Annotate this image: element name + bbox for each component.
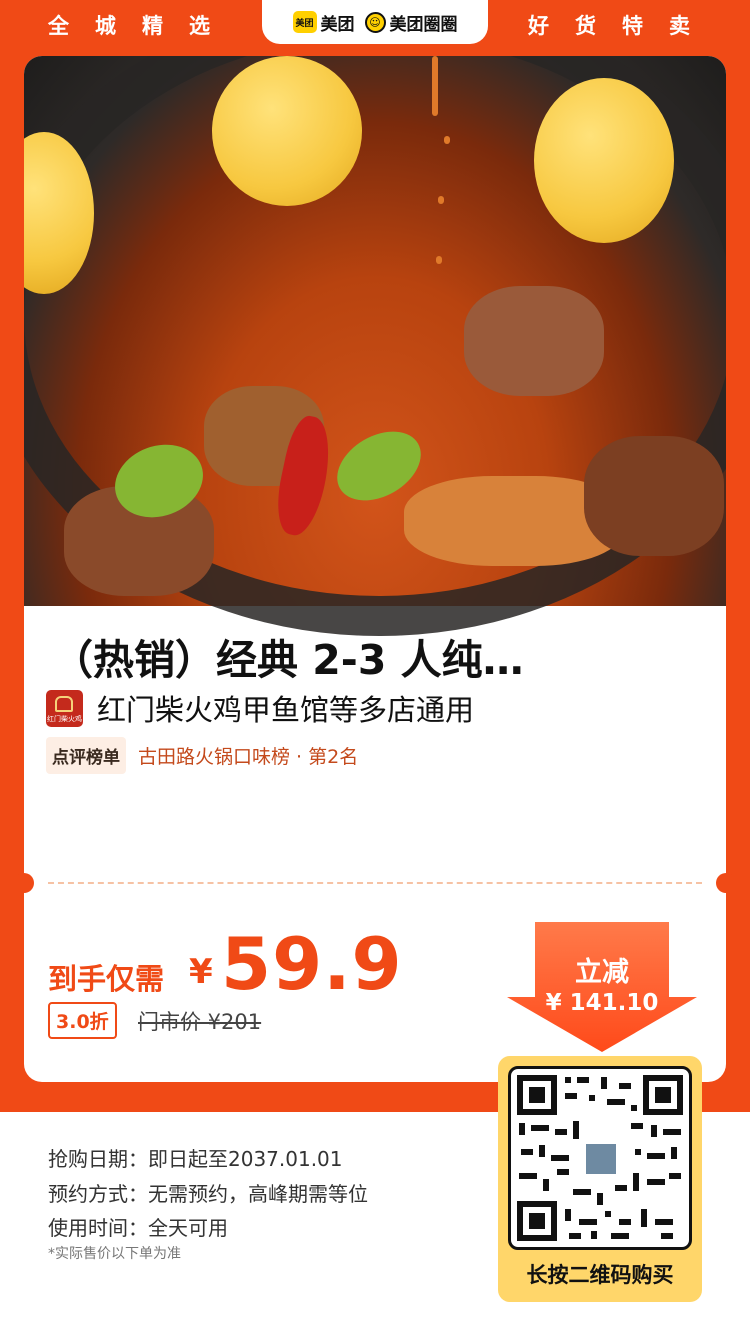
meituan-brand: 美团 美团: [292, 10, 355, 35]
savings-label: 立减: [575, 957, 629, 988]
shop-logo-roof-icon: [55, 695, 73, 712]
shop-row[interactable]: 红门柴火鸡 红门柴火鸡甲鱼馆等多店通用: [46, 687, 474, 729]
header-right-slogan: 好货特卖: [528, 14, 716, 38]
discount-badge: 3.0折: [48, 1002, 117, 1039]
qr-code[interactable]: [508, 1066, 692, 1250]
meituan-brand-label: 美团: [320, 14, 355, 35]
rank-badge: 点评榜单: [46, 737, 126, 774]
price-note: *实际售价以下单为准: [48, 1246, 181, 1262]
booking-method: 预约方式：无需预约，高峰期需等位: [48, 1182, 368, 1206]
price-label: 到手仅需: [48, 962, 165, 996]
sauce-drip: [432, 56, 438, 116]
rank-row[interactable]: 点评榜单 古田路火锅口味榜 · 第2名: [46, 737, 358, 774]
dashed-divider: [48, 882, 702, 884]
purchase-date: 抢购日期：即日起至2037.01.01: [48, 1147, 343, 1171]
meat-chunk: [584, 436, 724, 556]
product-title[interactable]: （热销）经典 2-3 人纯…: [52, 626, 524, 686]
qr-caption: 长按二维码购买: [526, 1263, 674, 1287]
price-amount: 59.9: [221, 922, 403, 1006]
meat-chunk: [464, 286, 604, 396]
shop-name: 红门柴火鸡甲鱼馆等多店通用: [97, 693, 475, 727]
circle-brand-label: 美团圈圈: [389, 14, 458, 35]
top-bar: 全城精选 美团 美团 ☺ 美团圈圈 好货特卖: [0, 0, 750, 48]
brand-tab: 美团 美团 ☺ 美团圈圈: [262, 0, 488, 44]
corn-cake: [212, 56, 362, 206]
circle-brand: ☺ 美团圈圈: [364, 10, 458, 35]
savings-amount: ¥ 141.10: [545, 990, 659, 1016]
qr-center-logo: [583, 1141, 619, 1177]
card-notch-left: [14, 873, 34, 893]
sauce-drip: [436, 256, 442, 264]
meituan-logo-icon: 美团: [292, 11, 317, 33]
qr-panel[interactable]: 长按二维码购买: [498, 1056, 702, 1302]
price-currency: ¥: [189, 952, 213, 992]
sauce-drip: [438, 196, 444, 204]
smile-logo-icon: ☺: [364, 11, 386, 33]
usage-time: 使用时间：全天可用: [48, 1216, 228, 1240]
card-notch-right: [716, 873, 736, 893]
product-image[interactable]: [24, 56, 726, 636]
shop-logo: 红门柴火鸡: [46, 689, 83, 727]
sauce-drip: [444, 136, 450, 144]
header-left-slogan: 全城精选: [48, 14, 236, 38]
rank-text: 古田路火锅口味榜 · 第2名: [138, 746, 359, 768]
shop-logo-text: 红门柴火鸡: [47, 714, 82, 723]
original-price: 门市价 ¥201: [138, 1010, 262, 1034]
corn-cake: [534, 78, 674, 243]
